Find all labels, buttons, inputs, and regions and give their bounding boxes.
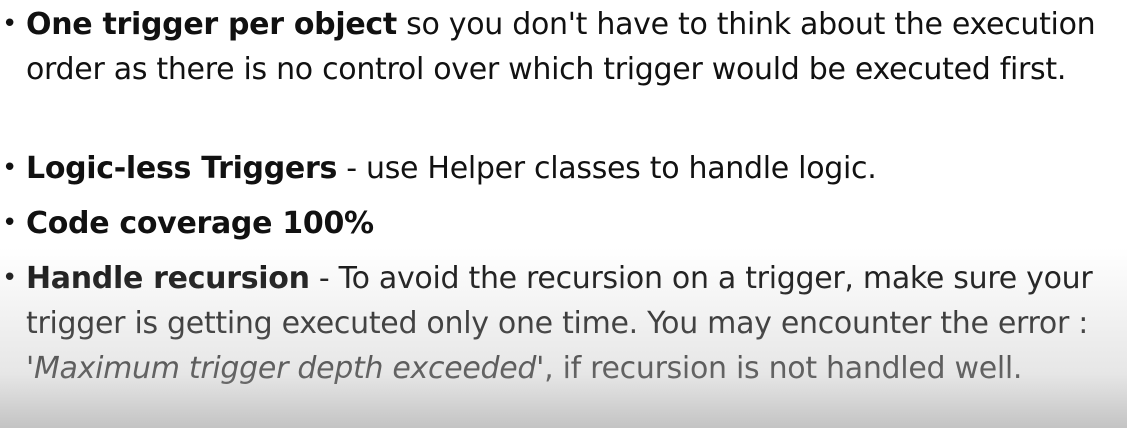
bullet-lead: Code coverage 100% bbox=[26, 206, 374, 241]
bullet-dot-icon: • bbox=[2, 263, 18, 293]
bullet-dot-icon: • bbox=[2, 9, 18, 39]
bullet-text: - use Helper classes to handle logic. bbox=[337, 151, 877, 186]
bullet-text-after: , if recursion is not handled well. bbox=[544, 351, 1023, 386]
bullet-lead: Handle recursion bbox=[26, 261, 310, 296]
slide-content: • One trigger per object so you don't ha… bbox=[0, 0, 1127, 428]
bullet-error-message: 'Maximum trigger depth exceeded' bbox=[26, 351, 545, 386]
bullet-one-trigger-per-object: • One trigger per object so you don't ha… bbox=[0, 2, 1120, 92]
bullet-handle-recursion: • Handle recursion - To avoid the recurs… bbox=[0, 256, 1120, 391]
bullet-dot-icon: • bbox=[2, 153, 18, 183]
bullet-logic-less-triggers: • Logic-less Triggers - use Helper class… bbox=[0, 146, 1120, 191]
bullet-lead: One trigger per object bbox=[26, 7, 397, 42]
bullet-lead: Logic-less Triggers bbox=[26, 151, 337, 186]
bullet-dot-icon: • bbox=[2, 208, 18, 238]
bullet-code-coverage: • Code coverage 100% bbox=[0, 201, 1120, 246]
